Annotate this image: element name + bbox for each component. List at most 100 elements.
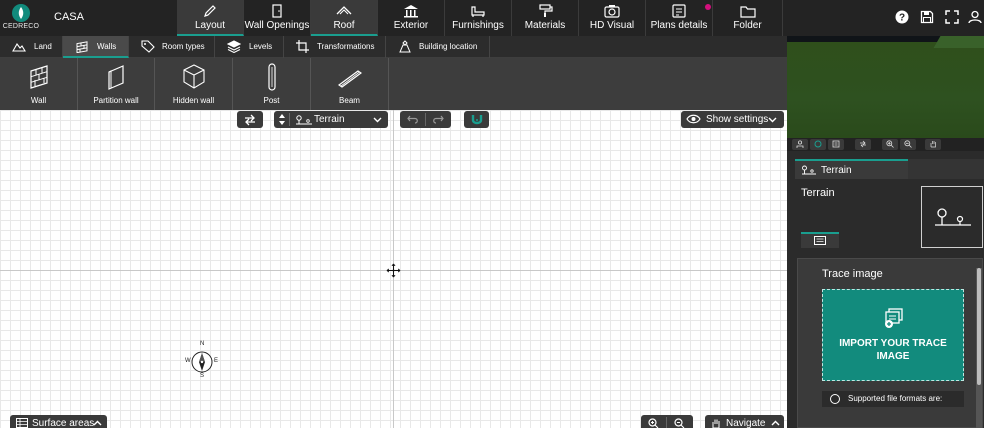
compass-north: N xyxy=(200,341,205,347)
subtab-label: Levels xyxy=(249,42,273,51)
top-bar: CEDRECO CASA Layout Wall Openings Roof E… xyxy=(0,0,984,36)
eye-icon xyxy=(686,114,701,124)
tool-label: Post xyxy=(263,96,280,105)
panel-title: Terrain xyxy=(801,187,835,199)
compass-west: W xyxy=(185,358,191,364)
terrain-icon xyxy=(296,115,312,125)
panel-tab-terrain[interactable]: Terrain xyxy=(795,159,908,179)
3d-preview[interactable] xyxy=(787,36,984,138)
tab-materials[interactable]: Materials xyxy=(512,0,579,36)
door-icon xyxy=(272,4,282,18)
subtab-levels[interactable]: Levels xyxy=(215,36,284,58)
zoom-in-icon xyxy=(886,140,894,148)
tab-wall-openings[interactable]: Wall Openings xyxy=(244,0,311,36)
subtab-room-types[interactable]: Room types xyxy=(129,36,215,58)
subtab-label: Room types xyxy=(162,42,205,51)
building-location-icon xyxy=(399,40,411,53)
tab-label: Layout xyxy=(194,20,226,31)
notification-dot xyxy=(705,4,711,10)
subtab-building-location[interactable]: Building location xyxy=(386,36,490,58)
import-trace-image-button[interactable]: IMPORT YOUR TRACE IMAGE xyxy=(822,289,964,381)
tab-label: Roof xyxy=(333,20,355,31)
chevron-up-icon xyxy=(93,420,102,426)
subtab-transformations[interactable]: Transformations xyxy=(284,36,386,58)
subtab-walls[interactable]: Walls xyxy=(63,36,129,58)
3d-camera-button[interactable] xyxy=(792,139,808,150)
mountain-icon xyxy=(12,43,26,52)
fullscreen-icon[interactable] xyxy=(945,10,959,24)
panel-tab-label: Terrain xyxy=(821,165,852,176)
tab-roof[interactable]: Roof xyxy=(311,0,378,36)
surface-areas-button[interactable]: Surface areas xyxy=(10,415,107,428)
zoom-out-icon[interactable] xyxy=(674,418,685,428)
level-select[interactable]: Terrain xyxy=(274,111,388,128)
table-icon xyxy=(16,418,28,428)
swap-view-button[interactable] xyxy=(237,111,263,128)
tool-label: Hidden wall xyxy=(172,96,215,105)
magnet-button[interactable] xyxy=(464,111,489,128)
3d-orbit-button[interactable] xyxy=(810,139,826,150)
hand-icon xyxy=(930,141,936,148)
chevron-down-icon xyxy=(373,117,382,123)
tool-label: Partition wall xyxy=(93,96,139,105)
undo-icon[interactable] xyxy=(407,115,419,124)
chevron-down-icon xyxy=(768,117,777,123)
tab-folder[interactable]: Folder xyxy=(713,0,783,36)
logo-mark xyxy=(12,4,30,22)
zoom-in-icon[interactable] xyxy=(648,418,659,428)
show-settings-button[interactable]: Show settings xyxy=(681,111,784,128)
image-icon xyxy=(814,236,826,245)
tab-furnishings[interactable]: Furnishings xyxy=(445,0,512,36)
tab-label: Furnishings xyxy=(452,20,504,31)
orbit-icon xyxy=(814,140,822,148)
render-icon xyxy=(832,140,840,148)
save-icon[interactable] xyxy=(920,10,934,24)
tool-beam[interactable]: Beam xyxy=(311,58,389,110)
3d-pan-button[interactable] xyxy=(925,139,941,150)
tool-hidden-wall[interactable]: Hidden wall xyxy=(155,58,233,110)
beam-icon xyxy=(337,70,362,88)
tab-label: HD Visual xyxy=(589,20,635,31)
trace-image-tab[interactable] xyxy=(801,232,839,248)
tab-exterior[interactable]: Exterior xyxy=(378,0,445,36)
3d-zoom-out-button[interactable] xyxy=(900,139,916,150)
cube-icon xyxy=(182,64,205,89)
supported-formats-label: Supported file formats are: xyxy=(848,394,943,403)
3d-render-button[interactable] xyxy=(828,139,844,150)
3d-rotate-button[interactable] xyxy=(855,139,871,150)
tool-post[interactable]: Post xyxy=(233,58,311,110)
rotate-icon xyxy=(860,140,866,148)
user-icon[interactable] xyxy=(968,10,982,24)
navigate-label: Navigate xyxy=(726,418,766,428)
tool-wall[interactable]: Wall xyxy=(0,58,78,110)
panel-tab-strip xyxy=(908,159,984,179)
navigate-button[interactable]: Navigate xyxy=(705,415,784,428)
subtab-land[interactable]: Land xyxy=(0,36,63,58)
layers-icon xyxy=(227,40,241,53)
pencil-icon xyxy=(204,5,216,17)
sofa-icon xyxy=(471,6,485,17)
3d-view-toolbar xyxy=(787,138,984,151)
tool-label: Wall xyxy=(30,96,47,105)
terrain-thumbnail xyxy=(921,186,983,248)
paint-roller-icon xyxy=(539,4,553,17)
3d-zoom-in-button[interactable] xyxy=(882,139,898,150)
tab-label: Materials xyxy=(524,20,566,31)
supported-formats-info: Supported file formats are: xyxy=(822,391,964,407)
app-logo[interactable]: CEDRECO xyxy=(2,2,40,34)
updown-icon xyxy=(279,114,285,125)
redo-icon[interactable] xyxy=(432,115,444,124)
compass[interactable]: N S E W xyxy=(184,341,220,380)
tab-hd-visual[interactable]: HD Visual xyxy=(579,0,646,36)
tab-layout[interactable]: Layout xyxy=(177,0,244,36)
trace-image-heading: Trace image xyxy=(822,268,883,280)
tool-partition-wall[interactable]: Partition wall xyxy=(78,58,155,110)
svg-text:?: ? xyxy=(899,13,905,24)
panel-scrollbar-thumb[interactable] xyxy=(977,268,981,385)
help-icon[interactable]: ? xyxy=(895,10,909,24)
tool-label: Beam xyxy=(339,96,360,105)
show-settings-label: Show settings xyxy=(706,114,769,125)
swap-arrows-icon xyxy=(245,114,255,126)
tab-plans-details[interactable]: Plans details xyxy=(646,0,713,36)
post-icon xyxy=(267,63,276,91)
